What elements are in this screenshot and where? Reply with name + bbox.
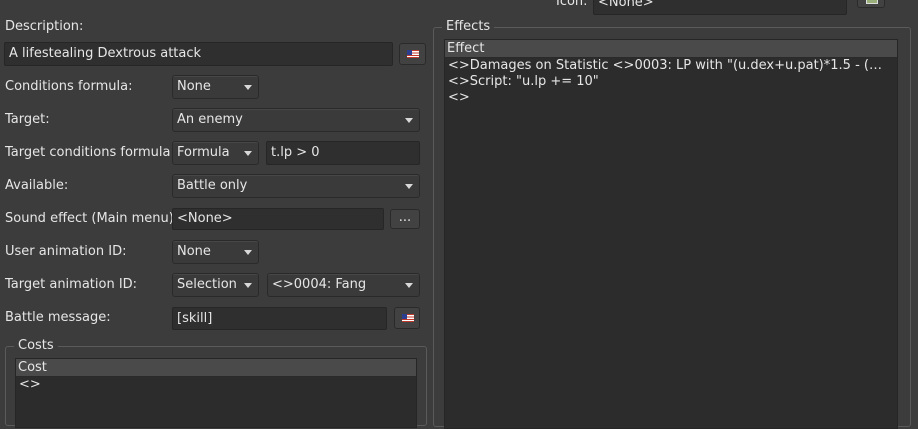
target-label: Target: <box>5 112 50 127</box>
costs-list[interactable]: Cost <> <box>15 358 417 428</box>
user-animation-label: User animation ID: <box>5 244 127 259</box>
target-conditions-formula-input[interactable]: t.lp > 0 <box>266 141 420 165</box>
target-animation-value: <>0004: Fang <box>272 277 367 292</box>
list-item[interactable]: <> <box>16 377 416 393</box>
dropdown-arrow-icon <box>244 85 252 90</box>
target-value: An enemy <box>177 112 243 127</box>
effects-group: Effects Effect <>Damages on Statistic <>… <box>433 19 911 429</box>
costs-header[interactable]: Cost <box>16 359 416 377</box>
conditions-formula-label: Conditions formula: <box>5 79 133 94</box>
effects-header[interactable]: Effect <box>445 40 897 58</box>
conditions-formula-select[interactable]: None <box>172 75 259 99</box>
dropdown-arrow-icon <box>405 118 413 123</box>
available-label: Available: <box>5 178 69 193</box>
sound-effect-field[interactable]: <None> <box>172 208 384 230</box>
battle-message-label: Battle message: <box>5 310 111 325</box>
target-select[interactable]: An enemy <box>172 108 420 132</box>
dropdown-arrow-icon <box>244 250 252 255</box>
target-conditions-mode-select[interactable]: Formula <box>172 141 259 165</box>
costs-title: Costs <box>14 338 58 354</box>
dropdown-arrow-icon <box>405 184 413 189</box>
dropdown-arrow-icon <box>405 283 413 288</box>
target-animation-select[interactable]: <>0004: Fang <box>267 273 420 297</box>
effects-title: Effects <box>442 19 495 35</box>
costs-group: Costs Cost <> <box>5 338 427 428</box>
target-animation-mode-select[interactable]: Selection <box>172 273 259 297</box>
icon-image-button[interactable] <box>857 0 885 8</box>
conditions-formula-value: None <box>177 79 211 94</box>
image-icon <box>866 0 878 4</box>
target-conditions-mode-value: Formula <box>177 145 230 160</box>
target-animation-label: Target animation ID: <box>5 277 138 292</box>
sound-effect-label: Sound effect (Main menu): <box>5 211 179 226</box>
icon-label: Icon: <box>556 0 588 9</box>
list-item[interactable]: <>Damages on Statistic <>0003: LP with "… <box>445 58 897 74</box>
target-conditions-label: Target conditions formula: <box>5 145 175 160</box>
battle-message-input[interactable]: [skill] <box>172 307 387 330</box>
sound-effect-browse-button[interactable]: ... <box>390 209 420 229</box>
user-animation-select[interactable]: None <box>172 240 259 264</box>
dropdown-arrow-icon <box>244 151 252 156</box>
description-label: Description: <box>5 19 84 34</box>
icon-field[interactable]: <None> <box>593 0 847 15</box>
description-input[interactable]: A lifestealing Dextrous attack <box>4 42 393 66</box>
user-animation-value: None <box>177 244 211 259</box>
available-value: Battle only <box>177 178 248 193</box>
list-item[interactable]: <>Script: "u.lp += 10" <box>445 74 897 90</box>
dropdown-arrow-icon <box>244 283 252 288</box>
list-item[interactable]: <> <box>445 90 897 106</box>
battle-message-translate-button[interactable] <box>394 307 420 329</box>
flag-icon <box>402 314 414 322</box>
flag-icon <box>407 50 419 58</box>
description-translate-button[interactable] <box>399 43 426 65</box>
effects-list[interactable]: Effect <>Damages on Statistic <>0003: LP… <box>444 39 898 429</box>
target-animation-mode-value: Selection <box>177 277 237 292</box>
available-select[interactable]: Battle only <box>172 174 420 198</box>
